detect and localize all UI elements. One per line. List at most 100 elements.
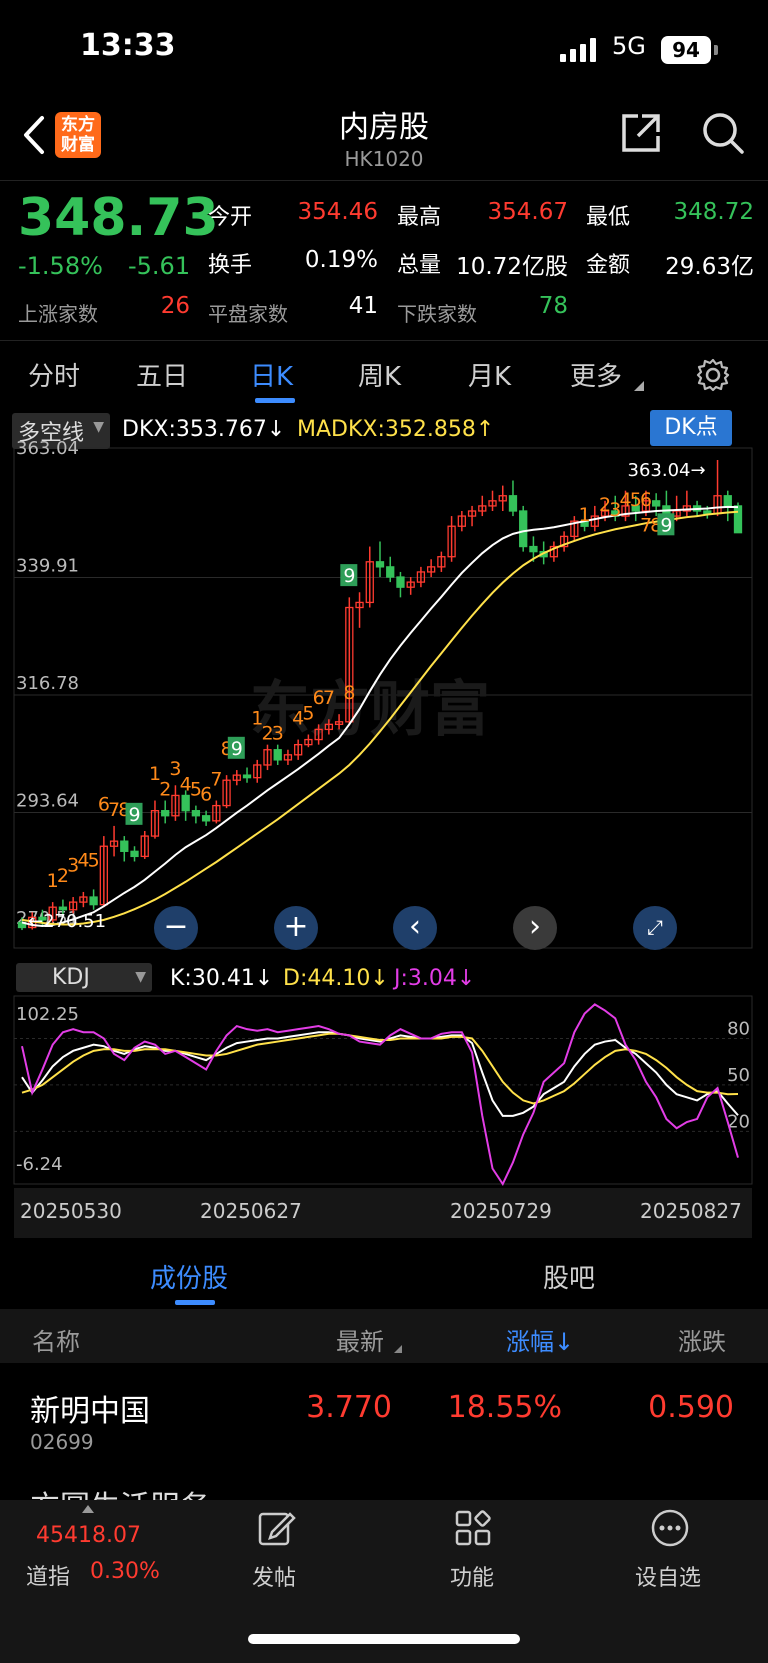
change-percent: -1.58% (18, 252, 103, 280)
stock-price: 3.770 (306, 1390, 392, 1425)
candle-body (273, 749, 282, 761)
x-tick-label: 20250729 (450, 1199, 552, 1223)
y-tick-label: 339.91 (16, 555, 79, 576)
y-tick-label: 316.78 (16, 673, 79, 694)
dropdown-corner-icon (634, 381, 644, 391)
zoom-in-button[interactable]: + (274, 906, 318, 950)
customize-label[interactable]: 设自选 (635, 1560, 701, 1592)
stock-change-pct: 18.55% (447, 1390, 562, 1425)
tab-monthly-k[interactable]: 月K (468, 356, 511, 393)
trend-count-label: 7 (323, 687, 335, 709)
down-count: 78 (538, 293, 568, 319)
amount-label: 金额 (586, 253, 631, 278)
candle-body (201, 815, 211, 822)
trend-count-label: 9 (660, 514, 672, 536)
tab-forum[interactable]: 股吧 (543, 1258, 595, 1295)
tab-constituents[interactable]: 成份股 (150, 1258, 228, 1295)
candle-body (89, 896, 98, 906)
flat-count: 41 (348, 293, 378, 319)
turnover-value: 0.19% (304, 247, 378, 273)
post-label[interactable]: 发帖 (252, 1560, 296, 1592)
candle-body (120, 840, 129, 852)
share-icon[interactable] (618, 110, 664, 156)
y-tick-label: 293.64 (16, 791, 79, 812)
kdj-name: KDJ (52, 965, 90, 990)
tab-daily-k[interactable]: 日K (250, 356, 293, 393)
candle-body (529, 545, 538, 553)
kdj-y-min-label: -6.24 (16, 1154, 63, 1175)
candle-body (130, 850, 139, 858)
watermark-logo: 东方财富 (250, 675, 490, 745)
network-type: 5G (612, 32, 646, 60)
candle-body (161, 810, 170, 817)
status-time: 13:33 (80, 28, 176, 63)
candle-body (242, 774, 252, 779)
scroll-right-button[interactable]: › (513, 906, 557, 950)
candle-body (703, 510, 712, 515)
more-icon[interactable] (650, 1508, 690, 1548)
arrow-up-icon (82, 1505, 94, 1513)
tab-indicator (255, 398, 295, 403)
up-count: 26 (160, 293, 190, 319)
zoom-out-button[interactable]: − (154, 906, 198, 950)
kdj-y-max-label: 102.25 (16, 1004, 79, 1025)
index-name[interactable]: 道指 (26, 1559, 70, 1591)
open-value: 354.46 (297, 199, 378, 225)
grid-icon[interactable] (453, 1508, 493, 1548)
signal-icon (560, 38, 596, 62)
x-tick-label: 20250627 (200, 1199, 302, 1223)
stock-code: 02699 (30, 1430, 94, 1454)
tab-intraday[interactable]: 分时 (28, 356, 80, 393)
x-tick-label: 20250530 (20, 1199, 122, 1223)
candle-body (396, 576, 405, 588)
fullscreen-button[interactable]: ⤢ (633, 906, 677, 950)
trend-count-label: 2 (159, 778, 171, 800)
home-indicator[interactable] (248, 1634, 520, 1644)
min-price-annotation: ←270.51 (28, 911, 106, 932)
index-percent[interactable]: 0.30% (90, 1559, 160, 1584)
candle-body (191, 810, 201, 817)
table-header (0, 1309, 768, 1363)
max-price-annotation: 363.04→ (628, 460, 706, 481)
trend-count-label: 5 (88, 850, 100, 872)
index-value[interactable]: 45418.07 (36, 1523, 141, 1548)
kdj-select[interactable]: KDJ ▼ (16, 963, 152, 992)
volume-label: 总量 (397, 253, 442, 278)
column-latest[interactable]: 最新 (336, 1322, 384, 1357)
edit-icon[interactable] (256, 1508, 296, 1548)
column-name[interactable]: 名称 (32, 1322, 80, 1357)
x-tick-label: 20250827 (640, 1199, 742, 1223)
candle-body (723, 495, 732, 507)
column-change-pct[interactable]: 涨幅↓ (506, 1322, 574, 1357)
search-icon[interactable] (700, 110, 746, 156)
turnover-label: 换手 (208, 253, 253, 278)
battery-tip (714, 45, 718, 55)
amount-value: 29.63亿 (665, 254, 754, 280)
trend-count-label: 9 (231, 738, 243, 760)
candle-body (733, 505, 743, 534)
trend-count-label: 7 (210, 768, 222, 790)
price-chart[interactable]: 363.04339.91316.78293.64270.51东方财富123456… (0, 410, 768, 1240)
tab-five-day[interactable]: 五日 (136, 356, 188, 393)
candle-body (508, 495, 518, 512)
stock-name: 新明中国 (30, 1394, 150, 1429)
kdj-frame (13, 995, 753, 1185)
kdj-j-value: J:3.04↓ (394, 966, 476, 991)
gear-icon[interactable] (696, 358, 730, 392)
trend-count-label: 8 (343, 682, 355, 704)
scroll-left-button[interactable]: ‹ (393, 906, 437, 950)
chevron-left-icon: ‹ (409, 909, 421, 944)
partial-row-name[interactable]: 方圆生活服务 (30, 1482, 210, 1500)
candle-body (652, 500, 661, 507)
functions-label[interactable]: 功能 (450, 1560, 494, 1592)
plus-icon: + (283, 909, 309, 944)
divider (0, 340, 768, 341)
tab-weekly-k[interactable]: 周K (358, 356, 401, 393)
tab-more[interactable]: 更多 (570, 356, 622, 393)
table-row[interactable]: 新明中国 02699 3.770 18.55% 0.590 (0, 1364, 768, 1464)
sort-corner-icon (394, 1345, 402, 1353)
expand-icon: ⤢ (647, 915, 663, 939)
column-change[interactable]: 涨跌 (678, 1322, 726, 1357)
kdj-k-value: K:30.41↓ (170, 966, 274, 991)
flat-count-label: 平盘家数 (208, 302, 288, 326)
